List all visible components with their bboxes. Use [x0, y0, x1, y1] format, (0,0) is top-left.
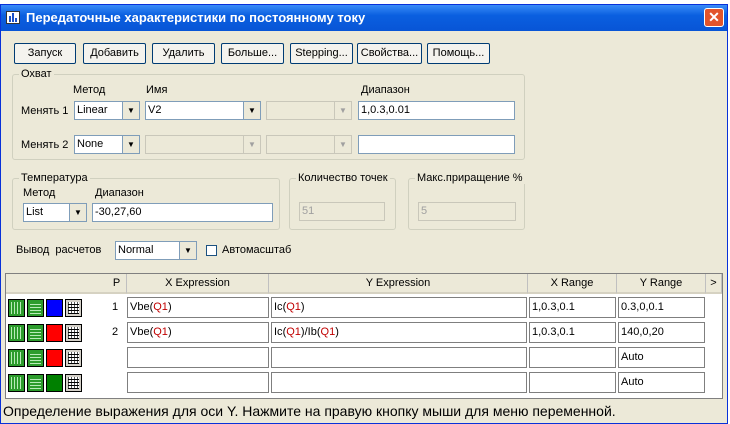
- chevron-down-icon[interactable]: ▼: [122, 102, 139, 119]
- max-change-legend: Макс.приращение %: [415, 172, 525, 184]
- sweep1-range-input[interactable]: 1,0.3,0.01: [358, 101, 515, 120]
- row4-x-expression[interactable]: [127, 372, 269, 393]
- row1-y-range[interactable]: 0.3,0,0.1: [618, 297, 705, 318]
- row3-x-expression[interactable]: [127, 347, 269, 368]
- fill-style-icon[interactable]: [27, 324, 44, 342]
- status-bar: Определение выражения для оси Y. Нажмите…: [3, 403, 616, 419]
- output-select[interactable]: Normal ▼: [115, 241, 197, 260]
- chevron-down-icon[interactable]: ▼: [69, 204, 86, 221]
- row2-x-expression[interactable]: Vbe(Q1): [127, 322, 269, 343]
- row3-y-range[interactable]: Auto: [618, 347, 705, 368]
- sweep2-method-select[interactable]: None ▼: [74, 135, 140, 154]
- table-header-p: P: [107, 274, 127, 294]
- sweep-method-header: Метод: [73, 84, 106, 96]
- points-input: 51: [299, 202, 385, 221]
- table-header-x-range: X Range: [528, 274, 617, 294]
- window-title: Передаточные характеристики по постоянно…: [26, 10, 366, 25]
- row3-y-expression[interactable]: [271, 347, 527, 368]
- row1-x-range[interactable]: 1,0.3,0.1: [529, 297, 616, 318]
- grid-icon[interactable]: [65, 299, 82, 317]
- output-label: Вывод расчетов: [16, 244, 102, 256]
- sweep1-extra-select: ▼: [266, 101, 352, 120]
- temperature-method-label: Метод: [23, 187, 56, 199]
- sweep2-range-input[interactable]: [358, 135, 515, 154]
- row1-plot-number: 1: [111, 301, 119, 313]
- autoscale-checkbox[interactable]: [206, 245, 217, 256]
- row1-y-expression[interactable]: Ic(Q1): [271, 297, 527, 318]
- row2-x-range[interactable]: 1,0.3,0.1: [529, 322, 616, 343]
- color-swatch[interactable]: [46, 324, 63, 342]
- sweep-range-header: Диапазон: [361, 84, 410, 96]
- line-style-icon[interactable]: [8, 324, 25, 342]
- sweep2-name-select: ▼: [145, 135, 261, 154]
- autoscale-label: Автомасштаб: [222, 244, 292, 256]
- line-style-icon[interactable]: [8, 374, 25, 392]
- dialog-window: Передаточные характеристики по постоянно…: [0, 4, 728, 424]
- chevron-down-icon[interactable]: ▼: [243, 102, 260, 119]
- grid-icon[interactable]: [65, 349, 82, 367]
- row2-plot-number: 2: [111, 326, 119, 338]
- row4-y-expression[interactable]: [271, 372, 527, 393]
- app-icon: [6, 11, 20, 24]
- sweep1-method-select[interactable]: Linear ▼: [74, 101, 140, 120]
- table-header-x-expression: X Expression: [127, 274, 269, 294]
- properties-button[interactable]: Свойства...: [357, 43, 422, 64]
- color-swatch[interactable]: [46, 349, 63, 367]
- chevron-down-icon: ▼: [334, 136, 351, 153]
- sweep-group-legend: Охват: [19, 68, 54, 80]
- sweep1-name-select[interactable]: V2 ▼: [145, 101, 261, 120]
- temperature-legend: Температура: [19, 172, 90, 184]
- chevron-down-icon: ▼: [243, 136, 260, 153]
- fill-style-icon[interactable]: [27, 374, 44, 392]
- sweep1-label: Менять 1: [21, 105, 69, 117]
- table-header-y-expression: Y Expression: [269, 274, 528, 294]
- row2-y-range[interactable]: 140,0,20: [618, 322, 705, 343]
- add-button[interactable]: Добавить: [83, 43, 146, 64]
- chevron-down-icon: ▼: [334, 102, 351, 119]
- chevron-down-icon[interactable]: ▼: [122, 136, 139, 153]
- help-button[interactable]: Помощь...: [427, 43, 490, 64]
- grid-icon[interactable]: [65, 324, 82, 342]
- color-swatch[interactable]: [46, 374, 63, 392]
- delete-button[interactable]: Удалить: [152, 43, 215, 64]
- sweep2-label: Менять 2: [21, 139, 69, 151]
- run-button[interactable]: Запуск: [14, 43, 76, 64]
- table-header-y-range: Y Range: [617, 274, 706, 294]
- sweep2-extra-select: ▼: [266, 135, 352, 154]
- color-swatch[interactable]: [46, 299, 63, 317]
- row2-y-expression[interactable]: Ic(Q1)/Ib(Q1): [271, 322, 527, 343]
- row1-x-expression[interactable]: Vbe(Q1): [127, 297, 269, 318]
- max-change-input: 5: [418, 202, 516, 221]
- title-bar: Передаточные характеристики по постоянно…: [1, 5, 727, 31]
- sweep-name-header: Имя: [146, 84, 168, 96]
- table-header-blank: [6, 274, 107, 294]
- table-scroll-right-button[interactable]: >: [706, 274, 722, 294]
- row3-x-range[interactable]: [529, 347, 616, 368]
- points-legend: Количество точек: [296, 172, 390, 184]
- temperature-range-label: Диапазон: [95, 187, 144, 199]
- temperature-method-select[interactable]: List ▼: [23, 203, 87, 222]
- stepping-button[interactable]: Stepping...: [290, 43, 353, 64]
- fill-style-icon[interactable]: [27, 349, 44, 367]
- chevron-down-icon[interactable]: ▼: [179, 242, 196, 259]
- row4-y-range[interactable]: Auto: [618, 372, 705, 393]
- more-button[interactable]: Больше...: [221, 43, 284, 64]
- row4-plot-number: [107, 372, 123, 393]
- expressions-table: P X Expression Y Expression X Range Y Ra…: [5, 273, 723, 399]
- line-style-icon[interactable]: [8, 299, 25, 317]
- temperature-range-input[interactable]: -30,27,60: [92, 203, 273, 222]
- line-style-icon[interactable]: [8, 349, 25, 367]
- row3-plot-number: [107, 347, 123, 368]
- close-icon[interactable]: ✕: [704, 8, 724, 27]
- row4-x-range[interactable]: [529, 372, 616, 393]
- fill-style-icon[interactable]: [27, 299, 44, 317]
- grid-icon[interactable]: [65, 374, 82, 392]
